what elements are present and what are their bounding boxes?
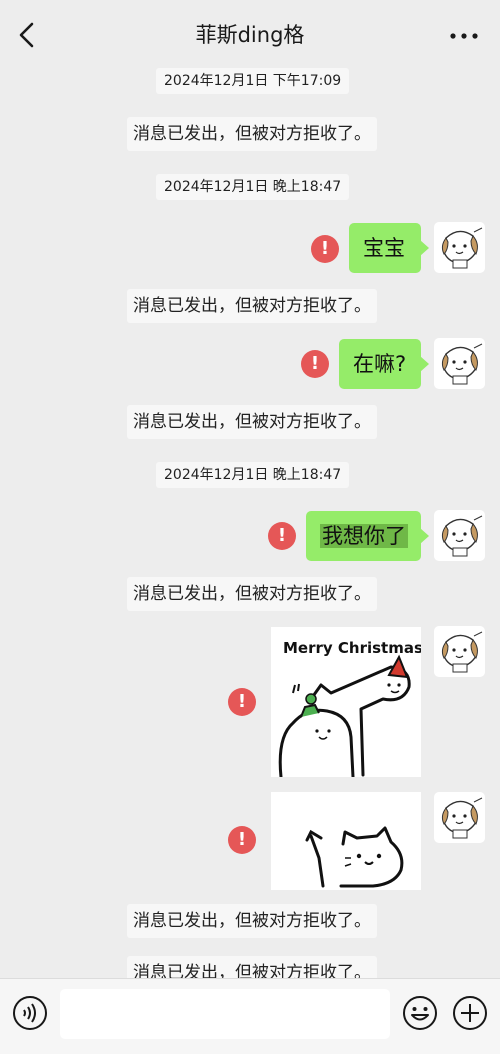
message-input[interactable] [60,989,390,1039]
dog-avatar-icon [441,797,483,839]
send-failed-icon[interactable]: ! [301,350,329,378]
system-rejected-notice: 消息已发出，但被对方拒收了。 [127,956,377,978]
avatar[interactable] [434,626,485,677]
system-rejected-notice: 消息已发出，但被对方拒收了。 [127,904,377,938]
dog-avatar-icon [441,631,483,673]
sticker-caption: Merry Christmas [283,639,421,657]
plus-icon[interactable] [452,995,488,1031]
avatar[interactable] [434,510,485,561]
christmas-cats-drawing: Merry Christmas [278,639,421,777]
emoji-icon[interactable] [402,995,438,1031]
christmas-sticker-image[interactable]: Merry Christmas [271,627,421,777]
message-bubble[interactable]: 宝宝 [349,223,429,273]
timestamp: 2024年12月1日 晚上18:47 [156,462,350,488]
chat-title: 菲斯ding格 [195,23,305,47]
send-failed-icon[interactable]: ! [228,826,256,854]
system-rejected-notice: 消息已发出，但被对方拒收了。 [127,117,377,151]
timestamp: 2024年12月1日 晚上18:47 [156,174,350,200]
chat-header: 菲斯ding格 [0,0,500,66]
input-bar [0,978,500,1054]
system-rejected-notice: 消息已发出，但被对方拒收了。 [127,405,377,439]
message-text: 宝宝 [363,236,405,260]
voice-icon[interactable] [12,995,48,1031]
message-text: 在嘛? [353,352,407,376]
cat-sticker-image[interactable] [271,792,421,890]
dog-avatar-icon [441,227,483,269]
system-rejected-notice: 消息已发出，但被对方拒收了。 [127,289,377,323]
avatar[interactable] [434,222,485,273]
send-failed-icon[interactable]: ! [268,522,296,550]
message-text: 我想你了 [320,524,408,548]
message-bubble[interactable]: 在嘛? [339,339,429,389]
avatar[interactable] [434,338,485,389]
dog-avatar-icon [441,515,483,557]
dog-avatar-icon [441,343,483,385]
avatar[interactable] [434,792,485,843]
waving-cat-drawing [305,826,404,888]
message-list[interactable]: 2024年12月1日 下午17:09 消息已发出，但被对方拒收了。 2024年1… [0,66,500,978]
system-rejected-notice: 消息已发出，但被对方拒收了。 [127,577,377,611]
send-failed-icon[interactable]: ! [311,235,339,263]
message-bubble[interactable]: 我想你了 [306,511,429,561]
send-failed-icon[interactable]: ! [228,688,256,716]
more-dots-icon[interactable] [448,22,480,46]
timestamp: 2024年12月1日 下午17:09 [156,68,350,94]
